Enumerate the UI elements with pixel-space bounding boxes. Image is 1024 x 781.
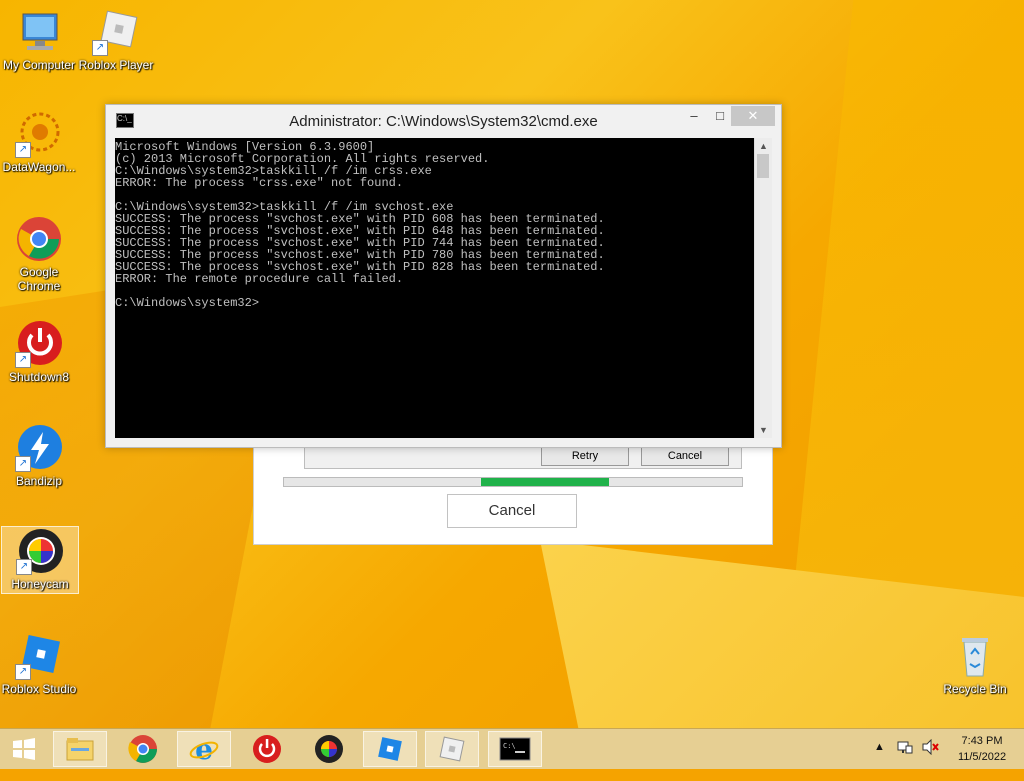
console-output[interactable]: Microsoft Windows [Version 6.3.9600] (c)… bbox=[115, 138, 754, 438]
maximize-button[interactable]: □ bbox=[707, 106, 733, 126]
network-icon[interactable] bbox=[897, 739, 913, 779]
taskbar-cmd[interactable]: C:\ bbox=[488, 731, 542, 767]
clock[interactable]: 7:43 PM 11/5/2022 bbox=[952, 733, 1012, 773]
roblox-player-icon bbox=[439, 736, 465, 762]
honeycam-icon: ↗ bbox=[16, 527, 64, 575]
power-icon: ↗ bbox=[15, 320, 63, 368]
cmd-icon: C:\ bbox=[499, 737, 531, 761]
shortcut-arrow-icon: ↗ bbox=[15, 142, 31, 158]
cancel-button[interactable]: Cancel bbox=[447, 494, 577, 528]
shortcut-arrow-icon: ↗ bbox=[15, 456, 31, 472]
taskbar-shutdown8[interactable] bbox=[240, 731, 294, 767]
honeycam-icon bbox=[315, 735, 343, 763]
taskbar: e C:\ ▲ 7:43 PM 11/5/2022 bbox=[0, 728, 1024, 769]
shortcut-arrow-icon: ↗ bbox=[15, 352, 31, 368]
progress-fill bbox=[481, 478, 610, 486]
desktop-icon-shutdown8[interactable]: ↗ Shutdown8 bbox=[1, 320, 77, 384]
progress-bar bbox=[283, 477, 743, 487]
svg-text:C:\: C:\ bbox=[503, 742, 516, 750]
svg-text:e: e bbox=[195, 734, 213, 764]
desktop-icon-google-chrome[interactable]: Google Chrome bbox=[1, 215, 77, 293]
close-button[interactable]: ✕ bbox=[731, 106, 775, 126]
taskbar-roblox-studio[interactable] bbox=[363, 731, 417, 767]
power-icon bbox=[253, 735, 281, 763]
volume-muted-icon[interactable] bbox=[921, 738, 939, 779]
cancel-small-button[interactable]: Cancel bbox=[641, 446, 729, 466]
desktop-icon-honeycam[interactable]: ↗ Honeycam bbox=[1, 526, 79, 594]
desktop-icon-my-computer[interactable]: My Computer bbox=[1, 8, 77, 72]
desktop-icon-bandizip[interactable]: ↗ Bandizip bbox=[1, 424, 77, 488]
cmd-window[interactable]: C:\_ Administrator: C:\Windows\System32\… bbox=[105, 104, 782, 448]
roblox-studio-icon bbox=[378, 737, 402, 761]
taskbar-roblox-player[interactable] bbox=[425, 731, 479, 767]
vertical-scrollbar[interactable]: ▲ ▼ bbox=[754, 138, 772, 438]
show-hidden-icons-icon[interactable]: ▲ bbox=[874, 741, 885, 781]
taskbar-internet-explorer[interactable]: e bbox=[177, 731, 231, 767]
shortcut-arrow-icon: ↗ bbox=[16, 559, 32, 575]
roblox-studio-icon: ↗ bbox=[15, 632, 63, 680]
window-title: Administrator: C:\Windows\System32\cmd.e… bbox=[289, 113, 598, 130]
chrome-icon bbox=[128, 735, 157, 763]
scroll-down-icon[interactable]: ▼ bbox=[755, 422, 772, 438]
start-button[interactable] bbox=[0, 731, 48, 767]
internet-explorer-icon: e bbox=[189, 734, 219, 764]
roblox-player-icon: ↗ bbox=[92, 8, 140, 56]
datawagon-icon: ↗ bbox=[15, 110, 63, 158]
windows-logo-icon bbox=[13, 738, 35, 760]
bandizip-icon: ↗ bbox=[15, 424, 63, 472]
shortcut-arrow-icon: ↗ bbox=[92, 40, 108, 56]
retry-button[interactable]: Retry bbox=[541, 446, 629, 466]
title-bar[interactable]: C:\_ Administrator: C:\Windows\System32\… bbox=[106, 105, 781, 137]
scroll-up-icon[interactable]: ▲ bbox=[755, 138, 772, 154]
taskbar-chrome[interactable] bbox=[116, 731, 170, 767]
recycle-bin-icon bbox=[951, 632, 999, 680]
desktop-icon-datawagon[interactable]: ↗ DataWagon... bbox=[1, 110, 77, 174]
chrome-icon bbox=[15, 215, 63, 263]
clock-time: 7:43 PM bbox=[961, 735, 1003, 747]
scroll-thumb[interactable] bbox=[757, 154, 769, 178]
desktop-icon-roblox-player[interactable]: ↗ Roblox Player bbox=[78, 8, 154, 72]
desktop-icon-recycle-bin[interactable]: Recycle Bin bbox=[937, 632, 1013, 696]
shortcut-arrow-icon: ↗ bbox=[15, 664, 31, 680]
clock-date: 11/5/2022 bbox=[957, 751, 1007, 763]
computer-icon bbox=[15, 8, 63, 56]
taskbar-honeycam[interactable] bbox=[302, 731, 356, 767]
console-text: Microsoft Windows [Version 6.3.9600] (c)… bbox=[115, 140, 605, 310]
desktop: My Computer ↗ Roblox Player ↗ DataWagon.… bbox=[0, 0, 1024, 728]
minimize-button[interactable]: – bbox=[681, 106, 707, 126]
desktop-icon-roblox-studio[interactable]: ↗ Roblox Studio bbox=[1, 632, 77, 696]
folder-icon bbox=[66, 738, 94, 761]
taskbar-file-explorer[interactable] bbox=[53, 731, 107, 767]
